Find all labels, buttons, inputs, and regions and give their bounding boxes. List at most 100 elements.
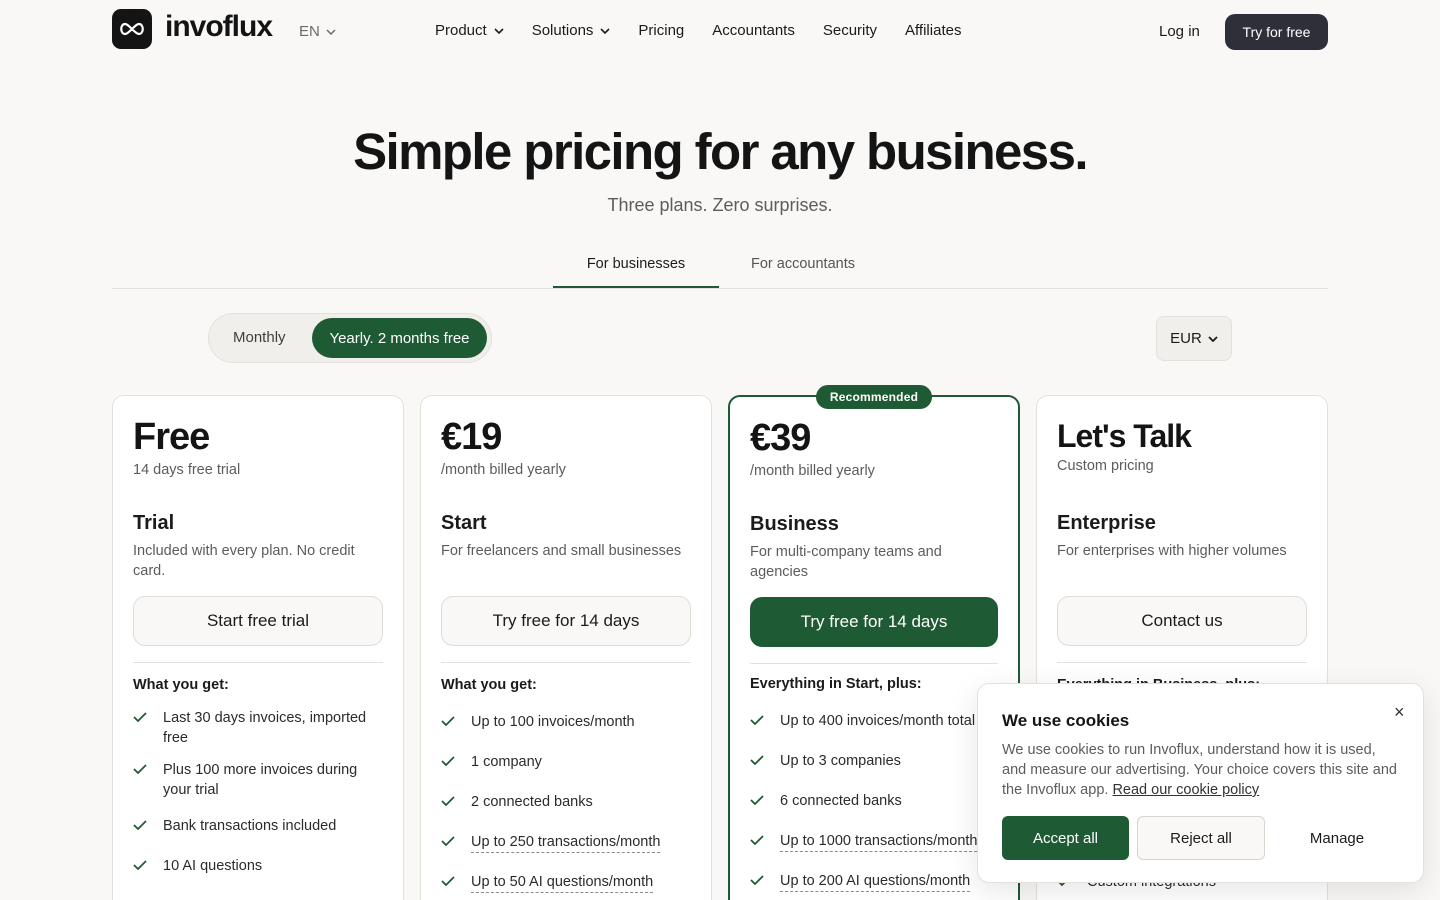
feature-text: Up to 100 invoices/month: [471, 714, 635, 730]
features-title: What you get:: [133, 677, 229, 693]
plan-card-trial: Free 14 days free trial Trial Included w…: [112, 395, 404, 900]
feature-text[interactable]: Up to 250 transactions/month: [471, 832, 661, 853]
nav-solutions[interactable]: Solutions: [532, 22, 611, 39]
chevron-down-icon: [494, 27, 504, 34]
currency-value: EUR: [1170, 330, 1202, 347]
feature-text: Up to 3 companies: [780, 753, 901, 769]
feature-item: Up to 50 AI questions/month: [441, 872, 691, 893]
language-selector[interactable]: EN: [299, 23, 336, 40]
tabs-divider: [112, 288, 1328, 289]
manage-cookies-button[interactable]: Manage: [1273, 816, 1401, 860]
card-divider: [133, 662, 383, 663]
feature-text[interactable]: Up to 1000 transactions/month: [780, 831, 978, 852]
check-icon: [750, 835, 764, 846]
check-icon: [441, 836, 455, 847]
nav-pricing[interactable]: Pricing: [638, 22, 684, 39]
language-label: EN: [299, 23, 320, 40]
feature-item: Up to 3 companies: [750, 751, 1000, 771]
nav-security[interactable]: Security: [823, 22, 877, 39]
plan-name: Start: [441, 512, 487, 534]
close-icon[interactable]: ×: [1394, 702, 1405, 723]
logo-icon[interactable]: [112, 9, 152, 49]
chevron-down-icon: [326, 28, 336, 35]
plan-name: Trial: [133, 512, 175, 534]
plan-description: Included with every plan. No credit card…: [133, 543, 355, 579]
recommended-badge: Recommended: [816, 385, 932, 409]
check-icon: [441, 796, 455, 807]
nav-product[interactable]: Product: [435, 22, 504, 39]
feature-text: Bank transactions included: [163, 818, 337, 834]
check-icon: [750, 875, 764, 886]
check-icon: [133, 820, 147, 831]
feature-item: 10 AI questions: [133, 856, 383, 876]
plan-price: €19: [441, 416, 502, 458]
reject-all-button[interactable]: Reject all: [1137, 816, 1265, 860]
feature-item: 2 connected banks: [441, 792, 691, 812]
tab-for-businesses[interactable]: For businesses: [553, 256, 719, 272]
try-free-button[interactable]: Try for free: [1225, 14, 1328, 50]
tab-for-accountants[interactable]: For accountants: [720, 256, 886, 272]
feature-item: Up to 100 invoices/month: [441, 712, 691, 732]
plan-name: Enterprise: [1057, 512, 1156, 534]
feature-item: Last 30 days invoices, imported free: [133, 708, 383, 748]
chevron-down-icon: [1208, 335, 1218, 342]
feature-text: 6 connected banks: [780, 793, 902, 809]
feature-item: Bank transactions included: [133, 816, 383, 836]
feature-text: 1 company: [471, 754, 542, 770]
billing-toggle: Monthly Yearly. 2 months free: [208, 313, 492, 363]
feature-item: 6 connected banks: [750, 791, 1000, 811]
page-title: Simple pricing for any business.: [353, 123, 1088, 180]
feature-text: 2 connected banks: [471, 794, 593, 810]
feature-item: Up to 200 AI questions/month: [750, 871, 1000, 892]
brand-name[interactable]: invoflux: [165, 10, 273, 44]
billing-yearly-option[interactable]: Yearly. 2 months free: [312, 318, 487, 358]
feature-text: Up to 400 invoices/month total: [780, 713, 976, 729]
main-nav: Product Solutions Pricing Accountants Se…: [435, 22, 989, 39]
plan-card-start: €19 /month billed yearly Start For freel…: [420, 395, 712, 900]
nav-affiliates[interactable]: Affiliates: [905, 22, 961, 39]
plan-description: For freelancers and small businesses: [441, 543, 682, 559]
active-tab-indicator: [553, 286, 719, 288]
contact-us-button[interactable]: Contact us: [1057, 596, 1307, 646]
plan-price-note: /month billed yearly: [441, 462, 566, 478]
nav-accountants[interactable]: Accountants: [712, 22, 795, 39]
cookie-policy-link[interactable]: Read our cookie policy: [1112, 782, 1259, 798]
cookie-banner: We use cookies × We use cookies to run I…: [977, 683, 1424, 883]
accept-all-button[interactable]: Accept all: [1002, 816, 1129, 860]
cookie-text: We use cookies to run Invoflux, understa…: [1002, 740, 1402, 800]
try-free-14-days-button[interactable]: Try free for 14 days: [441, 596, 691, 646]
plan-description: For enterprises with higher volumes: [1057, 543, 1287, 559]
check-icon: [441, 756, 455, 767]
login-link[interactable]: Log in: [1159, 23, 1200, 40]
currency-select[interactable]: EUR: [1156, 316, 1232, 361]
start-free-trial-button[interactable]: Start free trial: [133, 596, 383, 646]
billing-monthly-option[interactable]: Monthly: [233, 329, 286, 346]
check-icon: [441, 716, 455, 727]
check-icon: [441, 876, 455, 887]
plan-price: Free: [133, 416, 210, 458]
plan-price-note: /month billed yearly: [750, 463, 875, 479]
features-title: Everything in Start, plus:: [750, 676, 922, 692]
check-icon: [133, 860, 147, 871]
card-divider: [1057, 662, 1307, 663]
site-header: invoflux EN Product Solutions Pricing Ac…: [0, 0, 1440, 64]
nav-product-label: Product: [435, 22, 487, 39]
check-icon: [750, 795, 764, 806]
chevron-down-icon: [600, 27, 610, 34]
feature-text[interactable]: Up to 50 AI questions/month: [471, 872, 654, 893]
feature-text: Last 30 days invoices, imported free: [163, 710, 367, 746]
feature-text: 10 AI questions: [163, 858, 263, 874]
try-free-14-days-button[interactable]: Try free for 14 days: [750, 597, 998, 647]
plan-price-note: 14 days free trial: [133, 462, 241, 478]
card-divider: [750, 663, 998, 664]
check-icon: [133, 764, 147, 775]
card-divider: [441, 662, 691, 663]
page-subtitle: Three plans. Zero surprises.: [607, 195, 833, 215]
feature-item: Up to 1000 transactions/month: [750, 831, 1000, 852]
check-icon: [750, 755, 764, 766]
plan-price-note: Custom pricing: [1057, 458, 1154, 474]
features-title: What you get:: [441, 677, 537, 693]
plan-price: Let's Talk: [1057, 418, 1192, 454]
check-icon: [750, 715, 764, 726]
feature-text[interactable]: Up to 200 AI questions/month: [780, 871, 971, 892]
